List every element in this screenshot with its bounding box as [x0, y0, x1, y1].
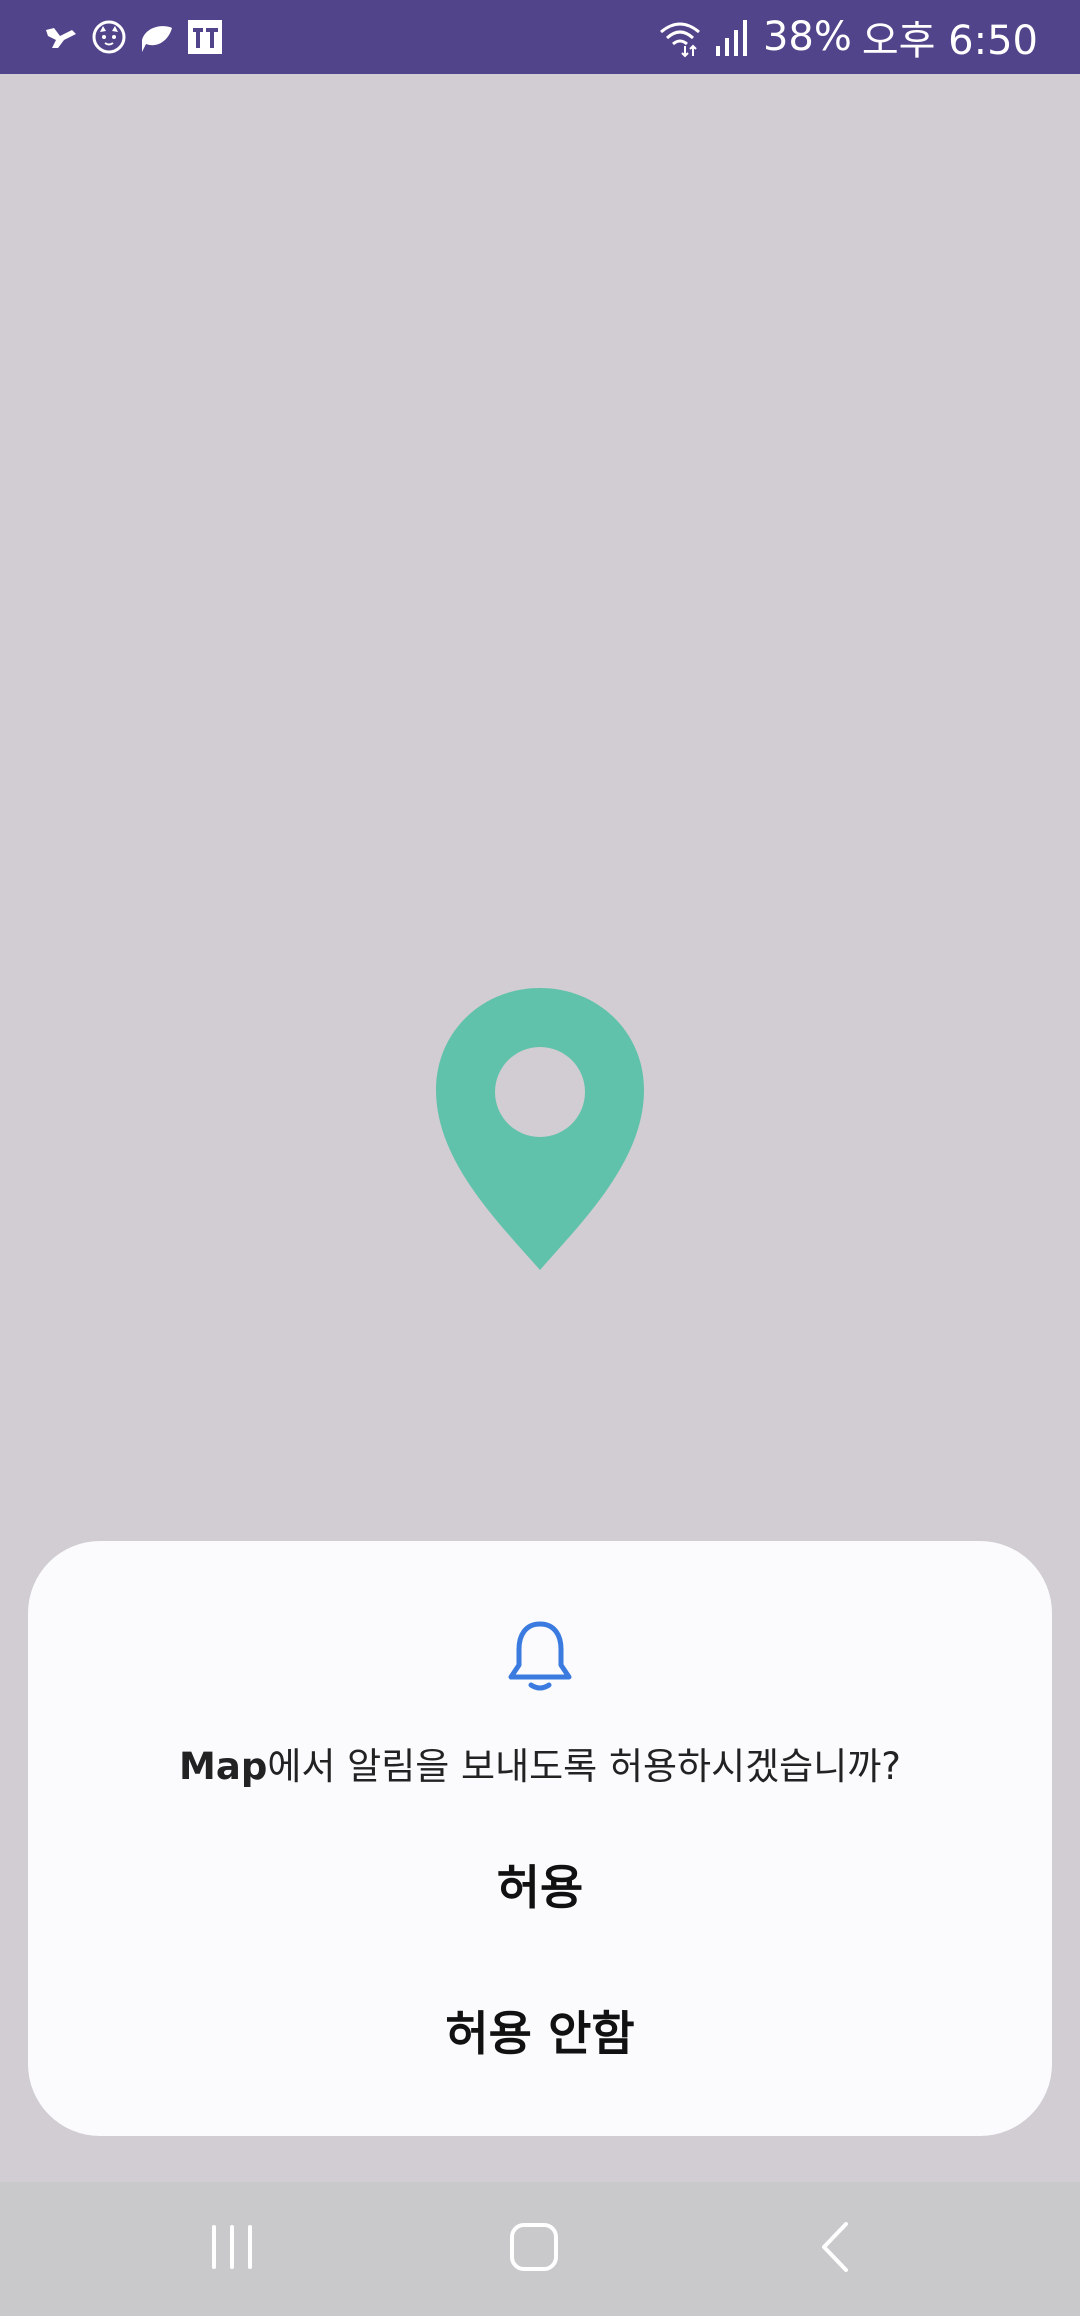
recents-icon — [208, 2221, 256, 2277]
map-pin-icon — [436, 988, 644, 1274]
back-icon — [816, 2220, 856, 2278]
permission-question: 에서 알림을 보내도록 허용하시겠습니까? — [267, 1745, 901, 1788]
tt-icon — [186, 18, 224, 56]
status-bar: 38% 오후 6:50 — [0, 0, 1080, 74]
notification-permission-dialog: Map에서 알림을 보내도록 허용하시겠습니까? 허용 허용 안함 — [28, 1541, 1052, 2136]
app-name: Map — [179, 1745, 268, 1788]
home-button[interactable] — [434, 2182, 634, 2316]
wifi-6-icon — [659, 16, 701, 58]
clock: 오후 6:50 — [861, 18, 1038, 64]
leaf-icon — [138, 18, 176, 56]
notification-icons — [42, 0, 224, 74]
dialog-message: Map에서 알림을 보내도록 허용하시겠습니까? — [28, 1736, 1052, 1790]
navigation-bar — [0, 2182, 1080, 2316]
signal-icon — [711, 16, 753, 58]
cat-face-icon — [90, 18, 128, 56]
back-button[interactable] — [736, 2182, 936, 2316]
system-status: 38% 오후 6:50 — [659, 0, 1038, 74]
battery-percentage: 38% — [762, 14, 852, 60]
bell-icon — [507, 1619, 573, 1693]
deny-button[interactable]: 허용 안함 — [28, 1974, 1052, 2084]
allow-button[interactable]: 허용 — [28, 1828, 1052, 1938]
home-icon — [508, 2221, 560, 2277]
recents-button[interactable] — [132, 2182, 332, 2316]
bird-icon — [42, 18, 80, 56]
